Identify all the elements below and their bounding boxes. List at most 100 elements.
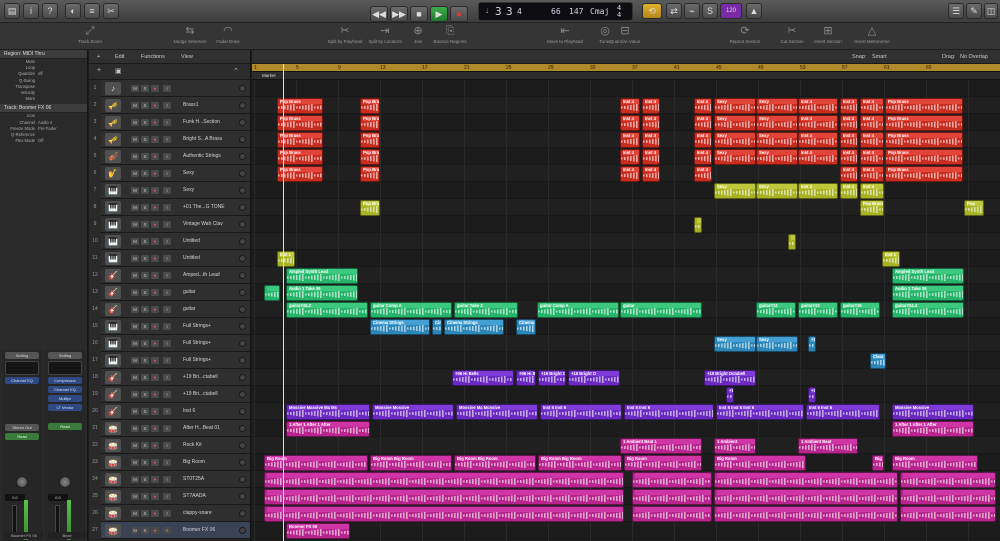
- solo-icon[interactable]: S: [702, 3, 718, 19]
- mute-button[interactable]: M: [131, 238, 139, 245]
- solo-button[interactable]: S: [141, 493, 149, 500]
- region[interactable]: guitar Comp A: [370, 301, 452, 318]
- record-enable-button[interactable]: ●: [151, 255, 159, 262]
- solo-button[interactable]: S: [141, 323, 149, 330]
- region[interactable]: +19 Bright O: [568, 369, 620, 386]
- region[interactable]: Cinema Strings: [444, 318, 504, 335]
- solo-button[interactable]: S: [141, 136, 149, 143]
- input-monitor-button[interactable]: I: [163, 442, 171, 449]
- eq-thumbnail-right[interactable]: [48, 361, 82, 375]
- track-name[interactable]: Vintage Wah Clav: [183, 216, 235, 233]
- track-lane[interactable]: [252, 369, 1000, 386]
- track-header-row[interactable]: 6 🎷 M S ● I Sexy: [89, 165, 250, 182]
- output-slot[interactable]: Stereo Out: [5, 424, 39, 431]
- track-header-row[interactable]: 9 🎹 M S ● I Vintage Wah Clav: [89, 216, 250, 233]
- region[interactable]: Cinema: [516, 318, 536, 335]
- region[interactable]: Mossive Massive Ma Ms: [286, 403, 370, 420]
- region[interactable]: Inst 4: [840, 148, 858, 165]
- region[interactable]: Big Room: [892, 454, 978, 471]
- mute-button[interactable]: M: [131, 357, 139, 364]
- volume-knob[interactable]: [239, 119, 246, 126]
- region[interactable]: Sexy: [714, 131, 756, 148]
- region[interactable]: Inst 4: [642, 114, 660, 131]
- track-lane[interactable]: [252, 522, 1000, 539]
- mute-button[interactable]: M: [131, 187, 139, 194]
- region[interactable]: Inst 4: [694, 148, 712, 165]
- snap-select[interactable]: Smart: [872, 50, 887, 64]
- setting-button[interactable]: Setting: [5, 352, 39, 359]
- region[interactable]: [632, 505, 712, 522]
- input-monitor-button[interactable]: I: [163, 221, 171, 228]
- region[interactable]: 1 Ambient Beat: [798, 437, 858, 454]
- input-monitor-button[interactable]: I: [163, 340, 171, 347]
- region[interactable]: Pop Brass: [885, 148, 963, 165]
- mute-button[interactable]: M: [131, 374, 139, 381]
- region[interactable]: Inst 4: [694, 114, 712, 131]
- region[interactable]: Inst 4: [798, 97, 838, 114]
- mute-button[interactable]: M: [131, 85, 139, 92]
- region[interactable]: Ampled Synth Lead: [286, 267, 358, 284]
- track-name[interactable]: +01 The...G TONE: [183, 199, 235, 216]
- region[interactable]: Inst 4: [642, 148, 660, 165]
- region[interactable]: Pop Brass: [885, 165, 963, 182]
- region[interactable]: [714, 471, 898, 488]
- region[interactable]: guitar#34.4: [892, 301, 964, 318]
- mute-button[interactable]: M: [131, 527, 139, 534]
- region[interactable]: Mossive Mossive: [372, 403, 454, 420]
- solo-button[interactable]: S: [141, 119, 149, 126]
- region[interactable]: Sexy: [714, 335, 756, 352]
- region[interactable]: Cinema Strings: [370, 318, 430, 335]
- input-monitor-button[interactable]: I: [163, 272, 171, 279]
- solo-button[interactable]: S: [141, 102, 149, 109]
- record-enable-button[interactable]: ●: [151, 289, 159, 296]
- stop-button[interactable]: ■: [410, 6, 428, 22]
- track-header-row[interactable]: 15 🎹 M S ● I Full Strings+: [89, 318, 250, 335]
- count-in-badge[interactable]: 120: [720, 3, 742, 19]
- track-name[interactable]: Funk H...Section: [183, 114, 235, 131]
- region[interactable]: Inst 6 Inst 6 Inst 6: [716, 403, 804, 420]
- record-enable-button[interactable]: ●: [151, 493, 159, 500]
- region[interactable]: Pop Brass: [360, 97, 380, 114]
- track-lane[interactable]: [252, 318, 1000, 335]
- mute-button[interactable]: M: [131, 255, 139, 262]
- channel-eq-slot[interactable]: Channel EQ: [5, 377, 39, 384]
- tool-11[interactable]: ✂ Cut Section: [780, 25, 803, 44]
- region[interactable]: Cin: [432, 318, 442, 335]
- track-name[interactable]: Bright S...A Brass: [183, 131, 235, 148]
- region[interactable]: Inst 1: [882, 250, 900, 267]
- region[interactable]: Sexy: [714, 97, 756, 114]
- track-name[interactable]: Rock Kit: [183, 437, 235, 454]
- record-enable-button[interactable]: ●: [151, 187, 159, 194]
- region[interactable]: Sexy: [756, 114, 798, 131]
- region[interactable]: +06 Hi Bells: [452, 369, 514, 386]
- mute-button[interactable]: M: [131, 306, 139, 313]
- mute-button[interactable]: M: [131, 102, 139, 109]
- tuner-icon[interactable]: ⌁: [684, 3, 700, 19]
- record-enable-button[interactable]: ●: [151, 204, 159, 211]
- tool-2[interactable]: ◠ Fade/ Draw: [216, 25, 239, 44]
- region[interactable]: Inst 4: [798, 131, 838, 148]
- mute-button[interactable]: M: [131, 136, 139, 143]
- region[interactable]: guitar Take 3: [454, 301, 518, 318]
- region[interactable]: Audio 1 Take 36: [286, 284, 358, 301]
- record-enable-button[interactable]: ●: [151, 85, 159, 92]
- track-lane[interactable]: [252, 216, 1000, 233]
- region[interactable]: [632, 488, 712, 505]
- track-header-row[interactable]: 21 🥁 M S ● I After H...Beat 01: [89, 420, 250, 437]
- solo-button[interactable]: S: [141, 170, 149, 177]
- track-header-row[interactable]: 18 🎸 M S ● I +19 Bri...ctabell: [89, 369, 250, 386]
- tool-1[interactable]: ⇆ Nudge Selection: [173, 25, 206, 44]
- record-enable-button[interactable]: ●: [151, 391, 159, 398]
- region[interactable]: Audio 1 Take 36: [892, 284, 964, 301]
- region[interactable]: [264, 505, 624, 522]
- region[interactable]: Inst 4: [642, 165, 660, 182]
- mute-button[interactable]: M: [131, 425, 139, 432]
- track-name[interactable]: +19 Bri...ctabell: [183, 386, 235, 403]
- track-name[interactable]: Boomer FX 06: [183, 522, 235, 539]
- mute-button[interactable]: M: [131, 476, 139, 483]
- solo-button[interactable]: S: [141, 425, 149, 432]
- region[interactable]: Inst 4: [840, 182, 858, 199]
- region[interactable]: Big Room: [264, 454, 368, 471]
- mute-button[interactable]: M: [131, 272, 139, 279]
- region[interactable]: Inst 4: [642, 97, 660, 114]
